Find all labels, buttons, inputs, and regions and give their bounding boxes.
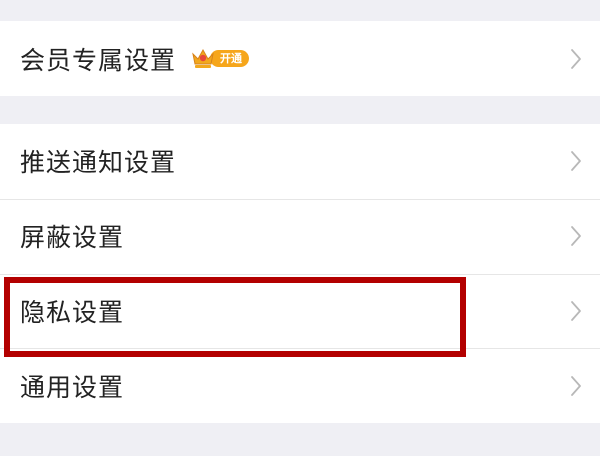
chevron-right-icon: [571, 226, 581, 247]
settings-row-privacy[interactable]: 隐私设置: [0, 273, 600, 349]
settings-row-label: 推送通知设置: [20, 148, 177, 178]
settings-row-label: 通用设置: [20, 372, 125, 402]
vip-crown-icon: [192, 48, 214, 68]
settings-row-label: 会员专属设置: [20, 45, 177, 75]
chevron-right-icon: [571, 375, 581, 396]
chevron-right-icon: [571, 151, 581, 172]
settings-row-label: 屏蔽设置: [20, 223, 125, 253]
vip-open-badge[interactable]: 开通: [190, 48, 250, 70]
settings-row-label: 隐私设置: [20, 297, 125, 327]
settings-row-vip[interactable]: 会员专属设置 开通: [0, 21, 600, 96]
settings-row-block[interactable]: 屏蔽设置: [0, 198, 600, 274]
chevron-right-icon: [571, 48, 581, 69]
vip-settings-group: 会员专属设置 开通: [0, 21, 600, 96]
settings-group: 推送通知设置 屏蔽设置 隐私设置 通用设置: [0, 124, 600, 423]
settings-row-push[interactable]: 推送通知设置: [0, 124, 600, 199]
settings-row-general[interactable]: 通用设置: [0, 348, 600, 423]
chevron-right-icon: [571, 300, 581, 321]
